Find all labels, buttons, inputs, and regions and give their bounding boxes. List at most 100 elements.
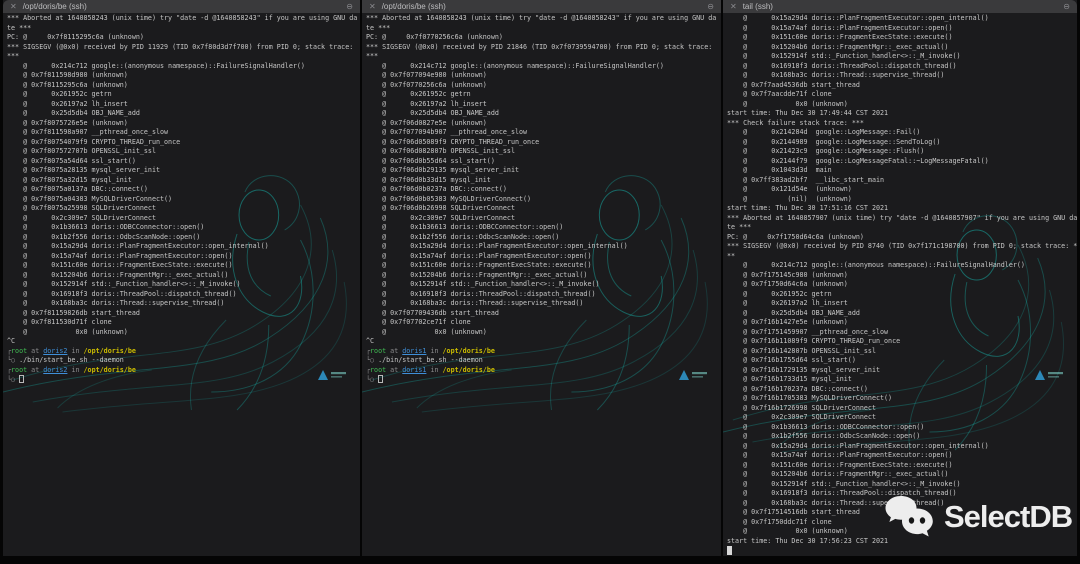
prompt-segment: doris2 xyxy=(43,346,68,355)
prompt-segment: doris1 xyxy=(402,365,427,374)
collapse-icon[interactable]: ⊖ xyxy=(1063,0,1070,13)
prompt-segment: └○ xyxy=(366,375,379,384)
terminal-line: @ 0x2144989 google::LogMessage::SendToLo… xyxy=(727,137,941,146)
terminal-line: @ 0x7f16b1729135 mysql_server_init xyxy=(727,365,880,374)
cursor-outline xyxy=(19,375,24,383)
terminal-output[interactable]: *** Aborted at 1640858243 (unix time) tr… xyxy=(7,14,360,556)
terminal-line: @ 0x151c60e doris::FragmentExecState::ex… xyxy=(366,261,592,269)
terminal-line: @ 0x2c309e7 SQLDriverConnect xyxy=(366,213,515,222)
terminal-line: @ 0x7f07702ce71f clone xyxy=(366,318,471,326)
terminal-line: @ 0x7f8075a04383 MySQLDriverConnect() xyxy=(7,194,173,203)
terminal-window: ✕ /opt/doris/be (ssh) ⊖ *** Aborted at 1… xyxy=(0,0,1080,564)
terminal-line: ** xyxy=(727,251,736,260)
terminal-line: @ 0x0 (unknown) xyxy=(366,327,487,336)
terminal-line: *** SIGSEGV (@0x0) received by PID 11929… xyxy=(7,42,354,51)
terminal-line: PC: @ 0x7f0770256c6a (unknown) xyxy=(366,33,503,41)
terminal-line: @ 0x7f16b1755d64 ssl_start() xyxy=(727,356,856,364)
terminal-line: @ 0x152914f std::_Function_handler<>::_M… xyxy=(727,52,961,60)
terminal-line: @ 0x15204b6 doris::FragmentMgr::_exec_ac… xyxy=(727,42,949,51)
terminal-line: @ 0x7f06d0b33d15 mysql_init xyxy=(366,175,491,184)
terminal-line: *** Aborted at 1640857907 (unix time) tr… xyxy=(727,213,1077,222)
terminal-line: @ 0x2144f79 google::LogMessageFatal::~Lo… xyxy=(727,156,989,165)
terminal-line: @ 0x7f8075a0137a DBC::connect() xyxy=(7,185,148,193)
prompt-segment: in xyxy=(426,346,443,355)
terminal-line: @ 0x7f1751459907 __pthread_once_slow xyxy=(727,327,889,336)
terminal-line: @ 0x16918f3 doris::ThreadPool::dispatch_… xyxy=(7,289,237,298)
terminal-line: @ 0x7f811598d980 (unknown) xyxy=(7,71,128,79)
terminal-line: start time: Thu Dec 30 17:56:23 CST 2021 xyxy=(727,536,889,545)
terminal-line: *** xyxy=(7,52,20,60)
terminal-line: @ 0x15a74af doris::PlanFragmentExecutor:… xyxy=(727,23,953,32)
prompt-segment: root xyxy=(11,365,28,374)
terminal-line: *** Aborted at 1640858243 (unix time) tr… xyxy=(7,14,358,22)
terminal-line: @ 0x25d5db4 OBJ_NAME_add xyxy=(7,109,140,117)
terminal-line: @ 0x7f8075726e5e (unknown) xyxy=(7,118,128,127)
terminal-line: @ 0x7f175145c980 (unknown) xyxy=(727,270,848,279)
prompt-segment: ./bin/start_be.sh --daemon xyxy=(378,356,483,364)
terminal-line: @ 0x261952c getrn xyxy=(366,90,471,98)
terminal-line: @ 0x7f7aad4536db start_thread xyxy=(727,80,860,89)
terminal-output[interactable]: @ 0x15a29d4 doris::PlanFragmentExecutor:… xyxy=(727,14,1077,556)
terminal-line: @ 0x15a74af doris::PlanFragmentExecutor:… xyxy=(7,251,233,260)
prompt-segment: /opt/doris/be xyxy=(442,365,495,374)
terminal-line: *** xyxy=(366,52,379,60)
terminal-line: @ 0x1b2f556 doris::OdbcScanNode::open() xyxy=(727,432,921,440)
prompt-segment: doris2 xyxy=(43,365,68,374)
collapse-icon[interactable]: ⊖ xyxy=(707,0,714,13)
prompt-segment: /opt/doris/be xyxy=(83,346,136,355)
terminal-line: @ 0x2c309e7 SQLDriverConnect xyxy=(727,413,876,421)
terminal-line: ┌root at doris1 in /opt/doris/be xyxy=(366,347,721,357)
prompt-segment: └○ xyxy=(7,356,20,364)
terminal-line: ┌root at doris1 in /opt/doris/be xyxy=(366,366,721,376)
terminal-line: @ 0x261952c getrn xyxy=(727,289,832,298)
close-icon[interactable]: ✕ xyxy=(10,0,17,13)
cursor-block xyxy=(727,546,732,555)
collapse-icon[interactable]: ⊖ xyxy=(346,0,353,13)
terminal-line: PC: @ 0x7f1750d64c6a (unknown) xyxy=(727,232,864,241)
terminal-line: @ 0x15a29d4 doris::PlanFragmentExecutor:… xyxy=(727,441,989,450)
terminal-line: @ 0x152914f std::_Function_handler<>::_M… xyxy=(366,280,600,288)
terminal-line: start time: Thu Dec 30 17:51:16 CST 2021 xyxy=(727,204,889,212)
terminal-line: @ 0x151c60e doris::FragmentExecState::ex… xyxy=(7,261,233,269)
prompt-segment: at xyxy=(386,365,403,374)
terminal-line: @ 0x168ba3c doris::Thread::supervise_thr… xyxy=(727,71,945,79)
terminal-line: @ 0x21423c9 google::LogMessage::Flush() xyxy=(727,147,925,155)
prompt-segment: in xyxy=(426,365,443,374)
terminal-line: PC: @ 0x7f8115295c6a (unknown) xyxy=(7,33,144,41)
terminal-line: @ 0x25d5db4 OBJ_NAME_add xyxy=(727,308,860,317)
terminal-line: ┌root at doris2 in /opt/doris/be xyxy=(7,347,360,357)
pane-title: tail (ssh) xyxy=(742,2,773,11)
terminal-line: @ 0x15204b6 doris::FragmentMgr::_exec_ac… xyxy=(366,270,588,279)
terminal-line: @ 0x7f06d0b55d64 ssl_start() xyxy=(366,156,495,165)
terminal-line: te *** xyxy=(366,23,391,32)
terminal-line: *** Check failure stack trace: *** xyxy=(727,118,864,127)
close-icon[interactable]: ✕ xyxy=(730,0,737,13)
terminal-line: ┌root at doris2 in /opt/doris/be xyxy=(7,366,360,376)
terminal-line: @ (nil) (unknown) xyxy=(727,194,852,203)
terminal-line: @ 0x15a74af doris::PlanFragmentExecutor:… xyxy=(727,451,953,459)
prompt-segment: at xyxy=(386,346,403,355)
terminal-line: @ 0x1b36613 doris::ODBCConnector::open() xyxy=(7,223,205,231)
terminal-line: @ 0x7f077094e980 (unknown) xyxy=(366,71,487,79)
terminal-line: @ 0x7f16b1427e5e (unknown) xyxy=(727,318,848,326)
terminal-line: @ 0x7f8075a54d64 ssl_start() xyxy=(7,156,136,165)
terminal-line: @ 0x151c60e doris::FragmentExecState::ex… xyxy=(727,460,953,469)
terminal-line: @ 0x0 (unknown) xyxy=(7,327,128,336)
terminal-line: @ 0x16918f3 doris::ThreadPool::dispatch_… xyxy=(727,61,957,70)
terminal-line: @ 0x7f16b1726998 SQLDriverConnect xyxy=(727,403,876,412)
terminal-line: @ 0x15a74af doris::PlanFragmentExecutor:… xyxy=(366,251,592,260)
terminal-line: @ 0x7f077094b907 __pthread_once_slow xyxy=(366,128,528,136)
terminal-line: @ 0x214c712 google::(anonymous namespace… xyxy=(366,61,664,70)
prompt-segment: root xyxy=(370,365,387,374)
terminal-line: @ 0x7f16b11089f9 CRYPTO_THREAD_run_once xyxy=(727,337,901,345)
terminal-line: @ 0x0 (unknown) xyxy=(727,99,848,108)
terminal-line: └○ xyxy=(366,375,721,385)
prompt-segment: /opt/doris/be xyxy=(442,346,495,355)
close-icon[interactable]: ✕ xyxy=(369,0,376,13)
terminal-line: @ 0x1b36613 doris::ODBCConnector::open() xyxy=(366,223,564,231)
terminal-line: @ 0x7f06d082807b OPENSSL_init_ssl xyxy=(366,147,515,155)
terminal-line: @ 0x7f16b1733d15 mysql_init xyxy=(727,375,852,383)
terminal-line xyxy=(727,546,1077,556)
terminal-output[interactable]: *** Aborted at 1640858243 (unix time) tr… xyxy=(366,14,721,556)
cursor-outline xyxy=(378,375,383,383)
